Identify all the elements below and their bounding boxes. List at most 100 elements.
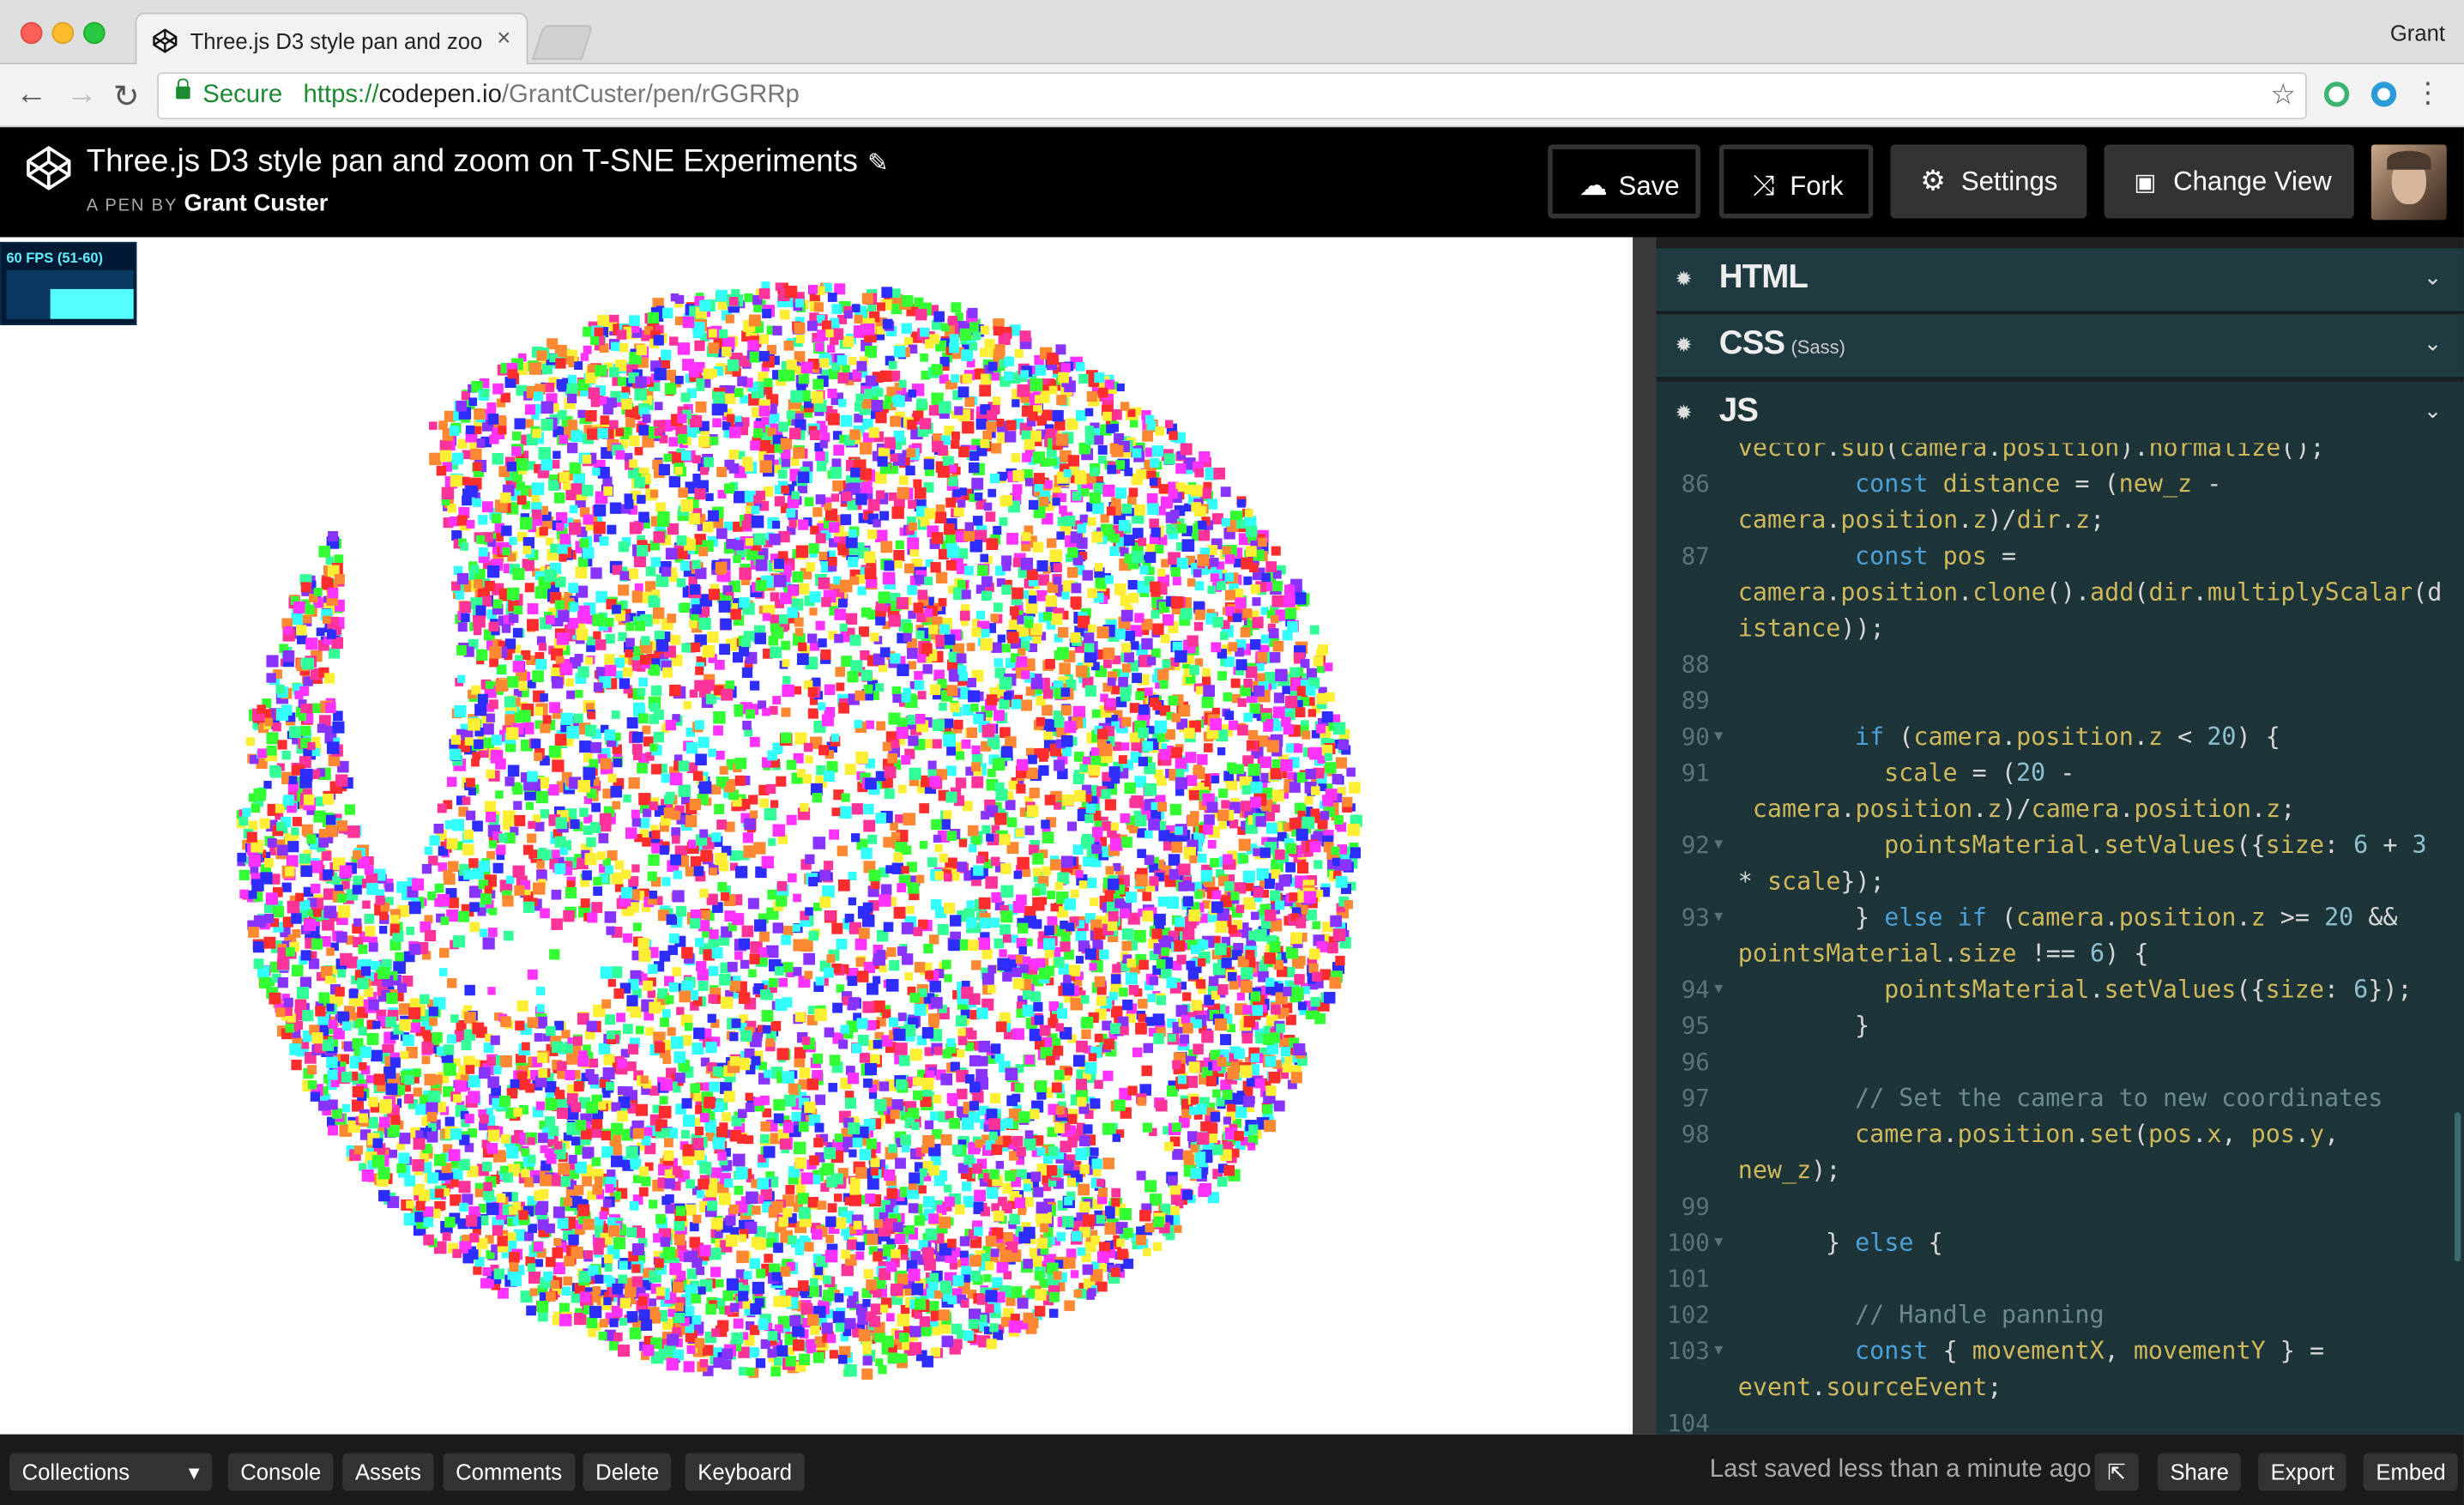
tsne-point [584, 656, 594, 665]
tsne-point [764, 385, 773, 395]
tsne-point [854, 720, 862, 728]
tsne-point-cloud[interactable] [0, 237, 1633, 1434]
tsne-point [641, 1176, 651, 1187]
tsne-point [999, 834, 1011, 845]
tsne-point [812, 837, 826, 849]
forward-icon[interactable]: → [66, 77, 98, 113]
tsne-point [1086, 877, 1097, 889]
tsne-point [879, 894, 891, 907]
url-text[interactable]: https://codepen.io/GrantCuster/pen/rGGRR… [303, 82, 799, 110]
reload-icon[interactable]: ↻ [113, 77, 140, 117]
tsne-point [513, 801, 522, 810]
browser-menu-icon[interactable]: ⋮ [2413, 77, 2442, 110]
tsne-point [889, 960, 900, 971]
tsne-point [680, 560, 691, 571]
tsne-point [828, 1083, 838, 1092]
tsne-point [632, 1175, 642, 1184]
new-tab-button[interactable] [531, 25, 594, 60]
pen-title-text: Three.js D3 style pan and zoom on T-SNE … [86, 144, 858, 179]
tsne-point [798, 1206, 811, 1219]
tsne-point [471, 685, 481, 695]
tsne-point [263, 780, 272, 789]
user-avatar[interactable] [2370, 144, 2447, 221]
address-bar[interactable]: Secure https://codepen.io/GrantCuster/pe… [157, 72, 2307, 120]
tsne-point [1012, 1135, 1024, 1147]
tsne-point [759, 798, 770, 808]
profile-name[interactable]: Grant [2390, 21, 2445, 45]
tsne-point [674, 316, 685, 325]
tsne-point [527, 833, 537, 843]
tsne-point [1201, 676, 1211, 686]
tab-close-icon[interactable]: × [497, 25, 510, 51]
tsne-point [813, 302, 824, 312]
fork-button[interactable]: ⤨ Fork [1718, 144, 1874, 219]
save-label: Save [1618, 171, 1680, 202]
tsne-point [516, 1000, 528, 1012]
tsne-point [305, 638, 318, 650]
tsne-point [695, 753, 707, 766]
codepen-logo-icon[interactable] [25, 144, 72, 191]
extension-icon-blue[interactable] [2370, 82, 2397, 107]
bookmark-star-icon[interactable]: ☆ [2270, 79, 2296, 112]
tsne-point [647, 871, 657, 881]
tsne-point [534, 821, 545, 831]
tsne-point [631, 818, 641, 827]
tsne-point [1014, 1083, 1024, 1093]
tsne-point [684, 1306, 695, 1317]
maximize-window-button[interactable] [83, 21, 106, 45]
author-link[interactable]: Grant Custer [184, 190, 329, 217]
tsne-point [1121, 716, 1132, 728]
browser-tab[interactable]: Three.js D3 style pan and zoom on T-SNE … [135, 12, 528, 66]
close-window-button[interactable] [20, 21, 43, 45]
tsne-point [822, 885, 835, 898]
tsne-point [694, 1126, 704, 1136]
tsne-point [1038, 765, 1049, 777]
tsne-point [1079, 514, 1089, 523]
tsne-point [424, 846, 433, 855]
tsne-point [1002, 1231, 1013, 1242]
change-view-button[interactable]: ▣ Change View [2104, 144, 2354, 219]
tsne-point [847, 976, 858, 987]
tsne-point [1297, 1001, 1307, 1011]
tsne-point [841, 656, 853, 668]
tsne-point [489, 657, 498, 668]
tsne-point [664, 994, 674, 1005]
tsne-point [756, 1268, 766, 1278]
back-icon[interactable]: ← [15, 77, 47, 113]
result-preview[interactable]: 60 FPS (51-60) [0, 237, 1634, 1435]
extension-icon-green[interactable] [2323, 82, 2350, 107]
tsne-point [1060, 941, 1071, 952]
tsne-point [793, 1141, 806, 1155]
tsne-point [1072, 773, 1084, 784]
tsne-point [888, 1144, 897, 1153]
save-button[interactable]: ☁ Save [1548, 144, 1700, 219]
tsne-point [1059, 662, 1071, 675]
tsne-point [690, 855, 702, 867]
minimize-window-button[interactable] [51, 21, 75, 45]
tsne-point [281, 882, 292, 892]
tsne-point [675, 294, 685, 305]
tsne-point [473, 614, 486, 628]
tsne-point [689, 1222, 699, 1232]
pen-title[interactable]: Three.js D3 style pan and zoom on T-SNE … [87, 144, 889, 180]
tsne-point [705, 493, 714, 502]
tsne-point [781, 640, 791, 650]
tsne-point [699, 1358, 709, 1368]
tsne-point [982, 431, 993, 440]
tsne-point [1137, 1097, 1146, 1106]
tsne-point [1032, 867, 1042, 877]
tsne-point [953, 505, 964, 517]
tsne-point [733, 554, 741, 564]
tsne-point [962, 421, 975, 434]
tsne-point [999, 517, 1008, 526]
tsne-point [651, 685, 662, 696]
tsne-point [812, 1351, 824, 1363]
tsne-point [1194, 581, 1205, 591]
tsne-point [1105, 866, 1114, 875]
tsne-point [1020, 699, 1032, 711]
tsne-point [527, 603, 539, 614]
settings-button[interactable]: ⚙ Settings [1890, 144, 2087, 219]
tsne-point [759, 931, 770, 942]
edit-pencil-icon[interactable]: ✎ [867, 151, 889, 178]
tsne-point [924, 739, 934, 748]
